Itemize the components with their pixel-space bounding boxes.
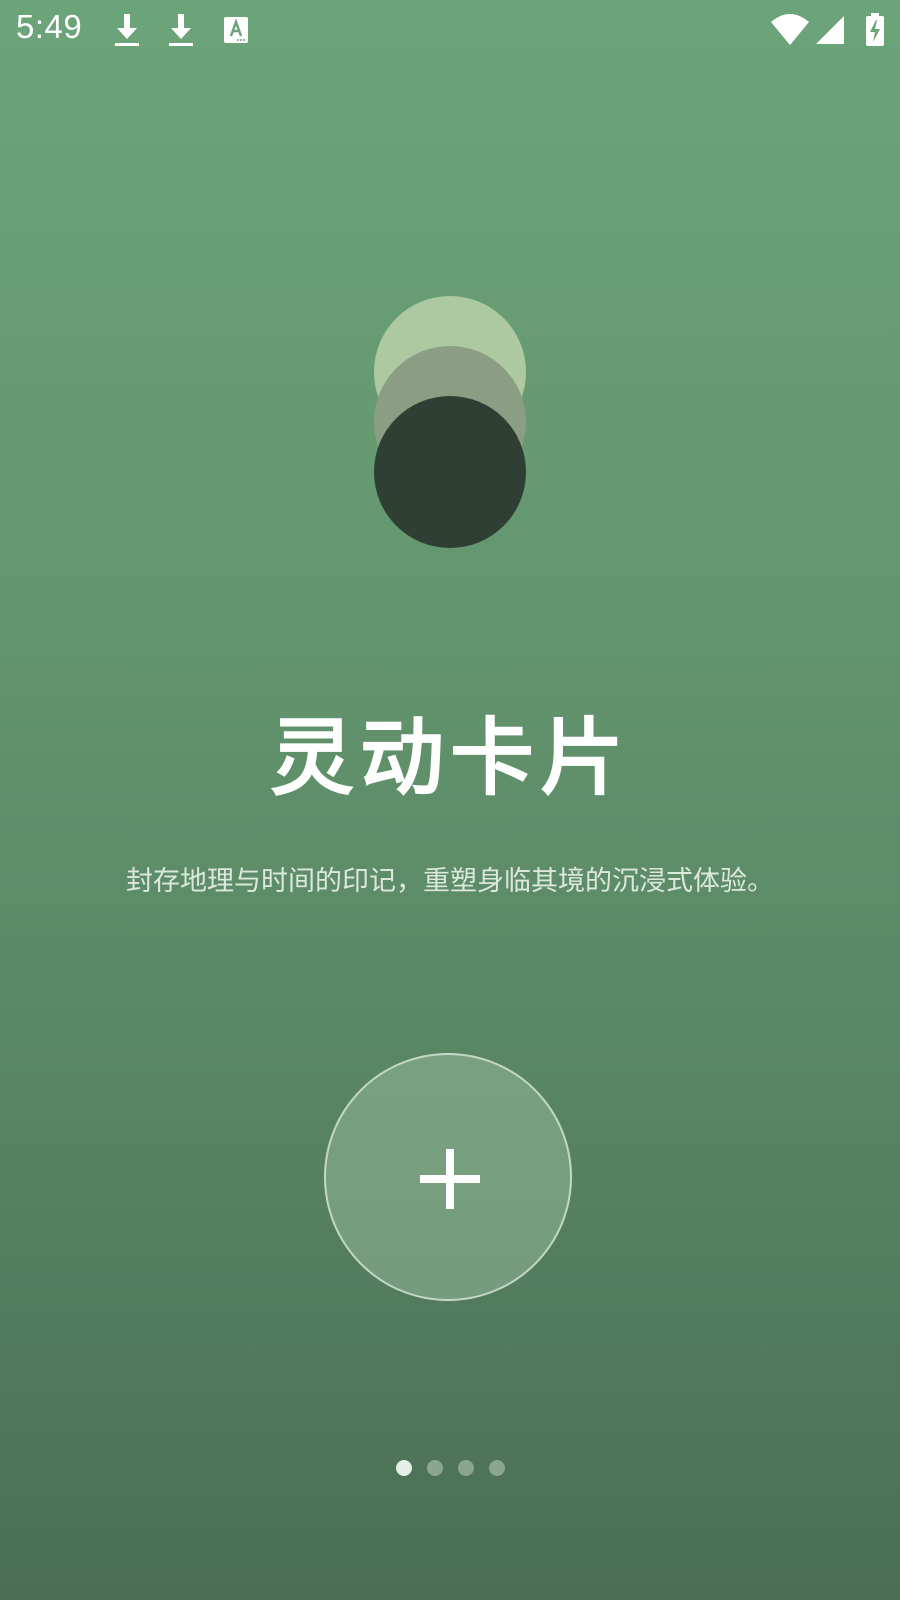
battery-charging-icon xyxy=(864,12,886,48)
page-dot-active[interactable] xyxy=(395,1460,412,1476)
status-bar: 5:49 xyxy=(0,0,900,62)
logo-circle-bottom xyxy=(374,396,526,548)
wifi-icon xyxy=(770,12,810,48)
app-logo xyxy=(374,296,526,548)
page-indicator xyxy=(0,1460,900,1476)
add-button[interactable] xyxy=(324,1053,572,1301)
download-icon xyxy=(166,12,196,48)
onboarding-title: 灵动卡片 xyxy=(269,709,630,807)
text-recognition-icon xyxy=(222,12,250,48)
cell-signal-icon xyxy=(814,12,846,48)
download-icon xyxy=(112,12,142,48)
plus-icon xyxy=(420,1149,480,1209)
status-time: 5:49 xyxy=(16,8,83,45)
page-dot[interactable] xyxy=(426,1460,443,1476)
onboarding-subtitle: 封存地理与时间的印记，重塑身临其境的沉浸式体验。 xyxy=(126,866,774,897)
page-dot[interactable] xyxy=(488,1460,505,1476)
page-dot[interactable] xyxy=(457,1460,474,1476)
